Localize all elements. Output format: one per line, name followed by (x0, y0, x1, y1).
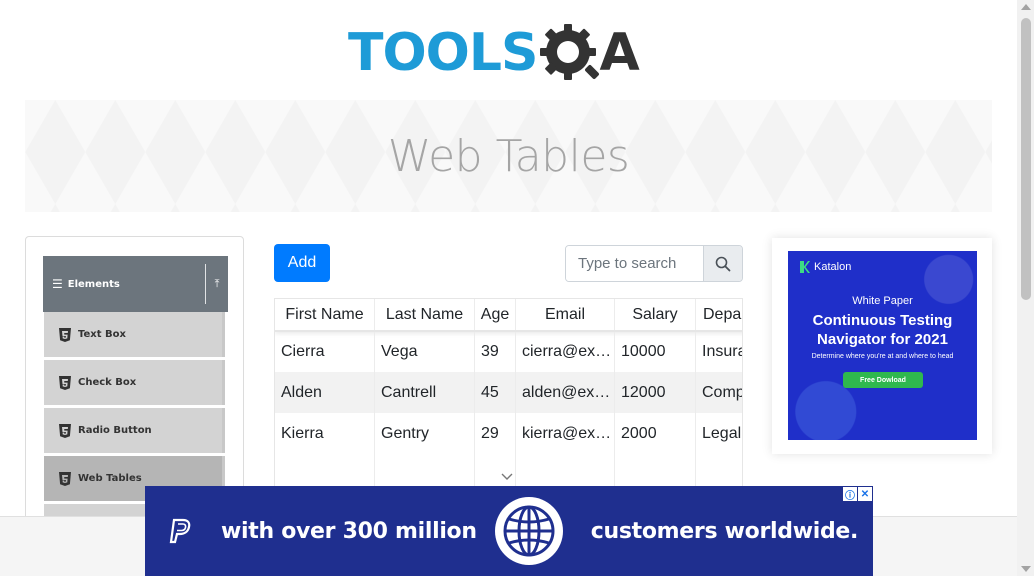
sidebar-group-elements[interactable]: ☰ Elements ⤒ (43, 256, 228, 312)
ad-title: Continuous Testing Navigator for 2021 (788, 311, 977, 349)
gear-magnifier-icon (540, 24, 600, 80)
web-table: First Name Last Name Age Email Salary De… (274, 298, 743, 498)
sidebar-item-check-box[interactable]: Check Box (44, 360, 225, 405)
column-header-salary[interactable]: Salary (615, 299, 696, 330)
toolsqa-logo[interactable]: TOOLS A (348, 14, 672, 92)
table-cell: 39 (475, 332, 516, 372)
sidebar-item-label: Radio Button (78, 425, 152, 436)
globe-icon (494, 497, 563, 565)
katalon-logo-icon (800, 261, 810, 273)
ad-brand-name: Katalon (814, 261, 852, 273)
page-title: Web Tables (387, 130, 630, 182)
table-cell: 2000 (615, 413, 696, 454)
column-header-email[interactable]: Email (516, 299, 615, 330)
add-button[interactable]: Add (274, 244, 330, 282)
vertical-scrollbar[interactable] (1017, 0, 1034, 576)
katalon-brand: Katalon (800, 261, 851, 273)
search-box (565, 245, 743, 282)
ad-title-line2: Navigator for 2021 (817, 331, 948, 348)
table-header-row: First Name Last Name Age Email Salary De… (275, 299, 742, 332)
menu-icon: ☰ (52, 277, 63, 291)
sidebar-item-label: Text Box (78, 329, 126, 340)
column-header-last-name[interactable]: Last Name (375, 299, 475, 330)
ad-text-1: with over 300 million (221, 518, 477, 544)
katalon-ad[interactable]: Katalon White Paper Continuous Testing N… (788, 251, 977, 440)
ad-info-icon[interactable]: ⓘ (843, 487, 857, 502)
table-cell: Alden (275, 372, 375, 413)
free-download-button[interactable]: Free Dowload (843, 372, 923, 388)
table-cell: alden@example.com (516, 372, 615, 413)
search-icon (715, 256, 731, 271)
table-cell: Legal (702, 424, 742, 442)
ad-subtitle: Determine where you're at and where to h… (811, 353, 954, 360)
sidebar-item-radio-button[interactable]: Radio Button (44, 408, 225, 453)
ad-text-2: customers worldwide. (590, 518, 859, 544)
sidebar-item-label: Check Box (78, 377, 137, 388)
group-divider (205, 264, 206, 304)
scroll-down-icon[interactable] (1021, 566, 1031, 572)
table-cell: Kierra (275, 413, 375, 454)
logo-a-text: A (599, 23, 640, 83)
table-cell: cierra@example.com (516, 332, 615, 372)
sidebar-item-text-box[interactable]: Text Box (44, 312, 225, 357)
ad-title-line1: Continuous Testing (812, 312, 953, 329)
table-cell: Compliance (702, 383, 742, 401)
close-icon[interactable]: ✕ (858, 487, 872, 501)
table-cell: 10000 (615, 332, 696, 372)
ad-kicker: White Paper (852, 295, 913, 307)
table-cell: 45 (475, 372, 516, 413)
search-input[interactable] (566, 246, 703, 281)
table-cell: kierra@example.com (516, 413, 615, 454)
logo-tools-text: TOOLS (348, 23, 538, 83)
table-row: Cierra Vega 39 cierra@example.com 10000 … (275, 332, 742, 372)
column-header-age[interactable]: Age (475, 299, 516, 330)
table-cell: 29 (475, 413, 516, 454)
table-cell: Cierra (275, 332, 375, 372)
chevron-down-icon[interactable] (500, 470, 514, 484)
table-cell: Cantrell (375, 372, 475, 413)
paypal-logo-icon (169, 518, 191, 544)
table-row: Alden Cantrell 45 alden@example.com 1200… (275, 372, 742, 413)
ad-choices: ⓘ ✕ (843, 487, 872, 502)
sidebar-group-title: Elements (67, 278, 120, 290)
column-header-department[interactable]: Department (696, 299, 742, 330)
html5-icon (59, 375, 71, 390)
page-banner: Web Tables (25, 100, 992, 212)
side-advertisement[interactable]: Katalon White Paper Continuous Testing N… (772, 238, 992, 454)
html5-icon (59, 327, 71, 342)
bottom-advertisement[interactable]: with over 300 million customers worldwid… (145, 486, 873, 576)
html5-icon (59, 423, 71, 438)
table-row: Kierra Gentry 29 kierra@example.com 2000… (275, 413, 742, 454)
sidebar-item-label: Web Tables (78, 473, 142, 484)
scrollbar-thumb[interactable] (1021, 18, 1031, 300)
scroll-up-icon[interactable] (1021, 4, 1031, 10)
search-button[interactable] (703, 246, 742, 281)
table-cell: 12000 (615, 372, 696, 413)
table-cell: Insurance (702, 343, 742, 360)
page: TOOLS A Web Tables ☰ Elements ⤒ Text Box… (0, 0, 1034, 576)
column-header-first-name[interactable]: First Name (275, 299, 375, 330)
html5-icon (59, 471, 71, 486)
collapse-icon[interactable]: ⤒ (206, 278, 228, 291)
table-cell: Vega (375, 332, 475, 372)
table-cell: Gentry (375, 413, 475, 454)
